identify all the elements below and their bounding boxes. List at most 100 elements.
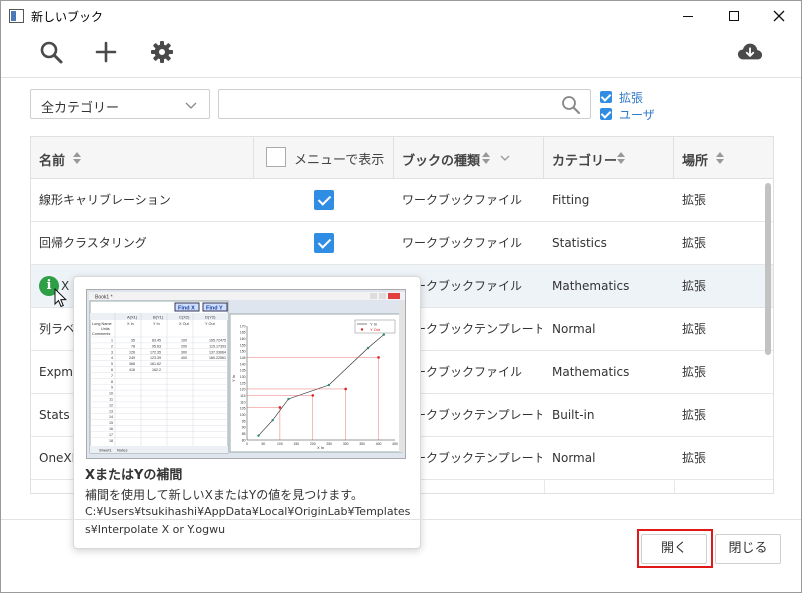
preview-row-number: 10 <box>109 392 113 396</box>
preview-col-d: D(Y2) <box>205 315 216 320</box>
sort-icon <box>716 152 725 164</box>
row-menu-checkbox[interactable] <box>314 233 334 253</box>
preview-cell-value: 165.72475 <box>209 339 226 343</box>
preview-find-x: Find X <box>178 306 195 312</box>
tooltip-title: XまたはYの補間 <box>85 468 183 483</box>
row-type: ワークブックファイル <box>402 279 523 293</box>
preview-row-number: 8 <box>111 380 113 384</box>
header-category[interactable]: カテゴリー <box>544 137 674 179</box>
minimize-icon <box>683 15 693 17</box>
preview-sublabel: X In <box>127 322 134 326</box>
preview-point <box>366 346 370 350</box>
category-value: 全カテゴリー <box>41 101 120 116</box>
preview-row-number: 17 <box>109 433 113 437</box>
preview-point <box>377 356 380 359</box>
preview-y-tick: 165 <box>240 331 246 335</box>
search-button[interactable] <box>38 39 64 65</box>
filter-extension-label: 拡張 <box>619 90 644 105</box>
row-menu-checkbox[interactable] <box>314 190 334 210</box>
window-title: 新しいブック <box>31 10 104 24</box>
row-location: 拡張 <box>682 236 707 250</box>
header-location[interactable]: 場所 <box>674 137 773 179</box>
preview-row-number: 6 <box>111 368 113 372</box>
preview-row-number: 12 <box>109 403 113 407</box>
header-menu-label: メニューで表示 <box>294 153 385 168</box>
row-type: ワークブックファイル <box>402 193 523 207</box>
preview-y-tick: 150 <box>240 350 246 354</box>
preview-x-tick: 250 <box>326 442 332 446</box>
preview-row-number: 14 <box>109 415 113 419</box>
preview-cell-value: 161.62 <box>150 362 161 366</box>
preview-row-number: 7 <box>111 374 113 378</box>
gear-icon <box>151 41 173 63</box>
dialog-window: 新しいブック 全カテゴリー 拡張 ユーザ 名前 メニューで表示 ブックの種類 カ… <box>0 0 802 593</box>
preview-col-a: A(X1) <box>127 315 138 320</box>
preview-cell-value: 95.63 <box>152 344 161 348</box>
preview-cell-value: 35 <box>131 339 135 343</box>
row-category: Mathematics <box>552 365 630 379</box>
mouse-cursor-icon <box>54 288 68 308</box>
preview-col-b: B(Y1) <box>153 315 164 320</box>
preview-cell-value: 162.2 <box>152 368 161 372</box>
preview-point <box>287 397 290 401</box>
add-button[interactable] <box>93 39 119 65</box>
row-location: 拡張 <box>682 279 707 293</box>
preview-y-tick: 110 <box>240 400 246 404</box>
table-scrollbar[interactable] <box>765 181 771 491</box>
maximize-button[interactable] <box>711 1 757 31</box>
preview-legend: Y Out <box>370 327 381 332</box>
category-dropdown[interactable]: 全カテゴリー <box>30 89 210 119</box>
preview-cell-value: 160.22561 <box>209 356 226 360</box>
preview-cell-value: 78 <box>131 344 135 348</box>
preview-y-tick: 85 <box>242 432 246 436</box>
preview-row-number: 16 <box>109 427 113 431</box>
header-name[interactable]: 名前 <box>31 137 254 179</box>
row-type: ワークブックテンプレート <box>402 451 542 465</box>
filter-user-label: ユーザ <box>619 107 655 122</box>
preview-row-number: 2 <box>111 344 113 348</box>
chevron-down-icon <box>500 155 510 161</box>
footer-divider <box>1 519 801 520</box>
preview-y-tick: 155 <box>240 343 246 347</box>
search-icon <box>562 96 580 114</box>
settings-button[interactable] <box>149 39 175 65</box>
preview-x-tick: 350 <box>359 442 365 446</box>
filter-extension-checkbox[interactable]: 拡張 <box>600 89 643 105</box>
preview-point <box>311 394 315 397</box>
row-location: 拡張 <box>682 322 707 336</box>
header-menu-checkbox[interactable] <box>266 147 286 167</box>
table-row[interactable]: 回帰クラスタリング ワークブックファイル Statistics 拡張 <box>31 222 773 265</box>
preview-point <box>257 434 260 437</box>
preview-col-c: C(X2) <box>179 315 190 320</box>
preview-y-tick: 115 <box>240 394 246 398</box>
minimize-button[interactable] <box>665 1 711 31</box>
preview-row-number: 18 <box>109 439 113 443</box>
preview-x-tick: 0 <box>246 442 248 446</box>
row-type: ワークブックテンプレート <box>402 408 542 422</box>
download-button[interactable] <box>737 39 765 65</box>
preview-window-title: Book1 * <box>95 295 113 301</box>
close-window-button[interactable] <box>756 1 802 31</box>
app-icon <box>9 9 24 23</box>
preview-sheet-tab: Sheet1 <box>99 448 112 453</box>
search-icon <box>40 41 63 64</box>
scrollbar-thumb[interactable] <box>765 183 771 355</box>
preview-y-tick: 130 <box>240 375 246 379</box>
template-tooltip: Book1 * Find X Find Y A(X1) B(Y1) C(X2) … <box>73 276 421 549</box>
table-row[interactable]: 線形キャリブレーション ワークブックファイル Fitting 拡張 <box>31 179 773 222</box>
preview-row-number: 11 <box>109 398 113 402</box>
close-button[interactable]: 閉じる <box>715 534 781 564</box>
header-menu: メニューで表示 <box>254 137 394 179</box>
row-category: Statistics <box>552 236 607 250</box>
search-input[interactable] <box>218 89 591 119</box>
preview-cell-value: 115.17393 <box>209 344 226 348</box>
preview-x-tick: 300 <box>343 442 349 446</box>
row-category: Built-in <box>552 408 595 422</box>
header-type[interactable]: ブックの種類 <box>394 137 544 179</box>
preview-cell-value: 126 <box>129 350 135 354</box>
filter-user-checkbox[interactable]: ユーザ <box>600 106 655 122</box>
preview-cell-value: 137.33664 <box>209 350 226 354</box>
row-type: ワークブックテンプレート <box>402 322 542 336</box>
preview-cell-value: 416 <box>129 368 135 372</box>
preview-y-tick: 95 <box>242 419 246 423</box>
